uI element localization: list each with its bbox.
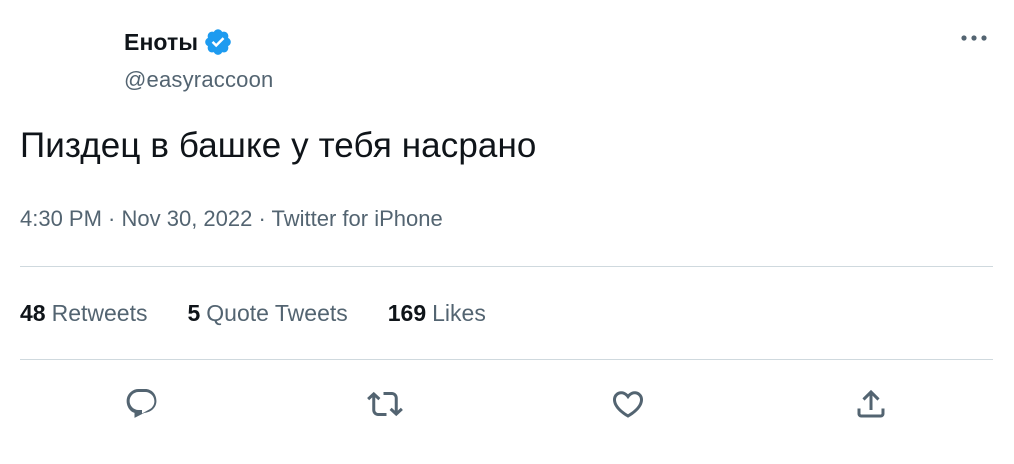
retweet-icon [367, 391, 403, 417]
quote-tweets-label: Quote Tweets [206, 300, 348, 326]
retweets-count: 48 [20, 300, 46, 326]
divider [20, 359, 993, 360]
tweet-source[interactable]: Twitter for iPhone [272, 206, 443, 231]
likes-count: 169 [387, 300, 427, 326]
engagement-stats: 48 Retweets 5 Quote Tweets 169 Likes [20, 300, 526, 327]
avatar[interactable] [20, 20, 108, 108]
retweets-stat[interactable]: 48 Retweets [20, 300, 147, 327]
handle[interactable]: @easyraccoon [124, 67, 273, 93]
tweet-date[interactable]: Nov 30, 2022 [122, 206, 253, 231]
user-info: Еноты @easyraccoon [124, 26, 273, 93]
retweet-button[interactable] [363, 382, 407, 426]
quote-tweets-stat[interactable]: 5 Quote Tweets [187, 300, 347, 327]
like-icon [612, 391, 644, 418]
share-icon [857, 389, 885, 418]
more-icon[interactable] [958, 24, 990, 52]
tweet-text: Пиздец в башке у тебя насрано [20, 126, 537, 165]
display-name[interactable]: Еноты [124, 29, 198, 56]
share-button[interactable] [849, 382, 893, 426]
meta-separator: · [252, 206, 272, 231]
retweets-label: Retweets [51, 300, 148, 326]
like-button[interactable] [606, 382, 650, 426]
quote-tweets-count: 5 [187, 300, 201, 326]
reply-button[interactable] [120, 382, 164, 426]
verified-badge-icon[interactable] [203, 27, 233, 57]
name-row: Еноты [124, 26, 273, 58]
likes-stat[interactable]: 169 Likes [388, 300, 486, 327]
meta-separator: · [101, 206, 122, 231]
likes-label: Likes [432, 300, 486, 326]
reply-icon [126, 389, 157, 418]
tweet-time[interactable]: 4:30 PM [20, 206, 102, 231]
tweet-meta: 4:30 PM · Nov 30, 2022 · Twitter for iPh… [20, 206, 443, 232]
divider [20, 266, 993, 267]
